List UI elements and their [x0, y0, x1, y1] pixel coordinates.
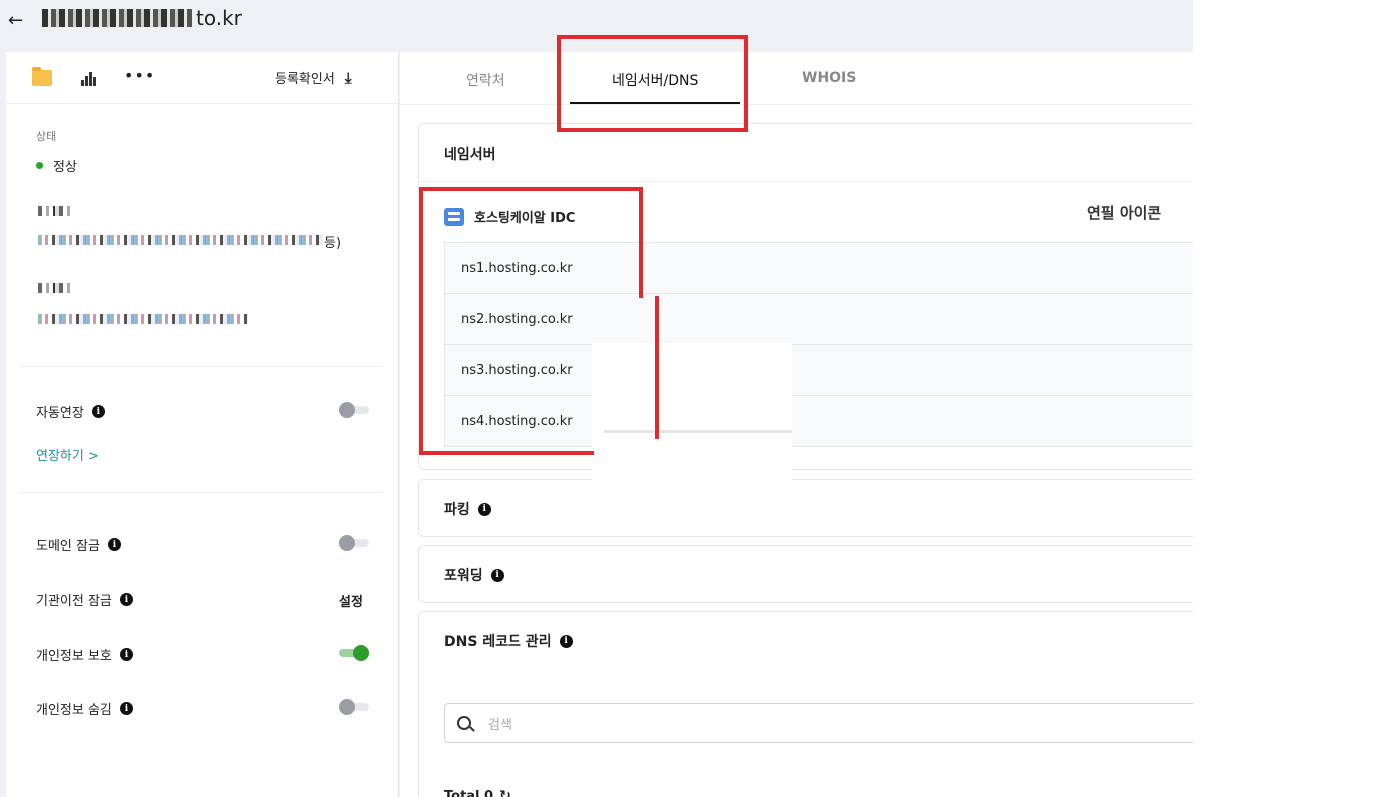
- toggle-knob: [339, 402, 355, 418]
- dns-records-title: DNS 레코드 관리 i: [444, 631, 573, 651]
- dns-records-card: DNS 레코드 관리 i 검색 Total 0 ↻: [418, 611, 1193, 797]
- renew-link[interactable]: 연장하기 >: [36, 445, 99, 464]
- highlight-box-tab: [557, 35, 748, 132]
- divider: [20, 492, 383, 493]
- search-placeholder: 검색: [488, 717, 512, 733]
- left-toolbar: ••• 등록확인서 ⤓: [6, 52, 398, 104]
- redacted-domain-name: [42, 9, 192, 27]
- status-value: 정상: [36, 156, 77, 175]
- privacy-hide-text: 개인정보 숨김: [36, 703, 112, 718]
- highlight-box-nameserver: [419, 436, 594, 455]
- redacted-text-suffix: 등): [324, 236, 342, 251]
- parking-card[interactable]: 파킹 i: [418, 479, 1193, 537]
- info-icon[interactable]: i: [490, 568, 504, 582]
- domain-info-panel: ••• 등록확인서 ⤓ 상태 정상 등) 자동연장 i 연장하기 > 도메인 잠…: [6, 52, 399, 797]
- search-icon: [457, 716, 471, 730]
- domain-lock-label: 도메인 잠금 i: [36, 535, 121, 554]
- redacted-text-2: [38, 314, 248, 324]
- total-count: Total 0 ↻: [444, 788, 511, 797]
- back-arrow-icon[interactable]: ←: [8, 10, 23, 31]
- divider: [419, 181, 1193, 182]
- nameserver-title: 네임서버: [444, 147, 496, 163]
- auto-renew-text: 자동연장: [36, 406, 84, 421]
- divider: [20, 366, 383, 367]
- privacy-protect-label: 개인정보 보호 i: [36, 645, 133, 664]
- info-icon[interactable]: i: [119, 648, 133, 661]
- privacy-protect-text: 개인정보 보호: [36, 649, 112, 664]
- toggle-knob: [353, 645, 369, 661]
- parking-title: 파킹 i: [444, 499, 491, 519]
- transfer-lock-label: 기관이전 잠금 i: [36, 590, 133, 609]
- domain-title: to.kr: [42, 6, 242, 30]
- total-label: Total: [444, 788, 480, 797]
- domain-lock-toggle[interactable]: [339, 535, 369, 551]
- forwarding-title: 포워딩 i: [444, 565, 504, 585]
- info-icon[interactable]: i: [119, 702, 133, 715]
- highlight-box-nameserver: [419, 187, 643, 298]
- dns-records-text: DNS 레코드 관리: [444, 634, 552, 650]
- folder-icon[interactable]: [32, 67, 52, 86]
- domain-suffix: to.kr: [196, 6, 242, 30]
- auto-renew-toggle[interactable]: [339, 402, 369, 418]
- info-icon[interactable]: i: [559, 634, 573, 648]
- info-icon[interactable]: i: [107, 538, 121, 551]
- download-icon: ⤓: [344, 68, 352, 87]
- status-dot-icon: [36, 162, 43, 169]
- status-label: 상태: [36, 130, 57, 143]
- redacted-label-2: [38, 283, 72, 293]
- domain-lock-text: 도메인 잠금: [36, 539, 100, 554]
- tab-bar: 연락처 네임서버/DNS WHOIS: [400, 52, 1193, 105]
- info-icon[interactable]: i: [477, 502, 491, 516]
- redacted-text-1: [38, 235, 323, 245]
- privacy-hide-toggle[interactable]: [339, 699, 369, 715]
- dns-search-input[interactable]: 검색: [444, 703, 1193, 743]
- tab-contacts[interactable]: 연락처: [466, 70, 505, 90]
- cert-label: 등록확인서: [275, 72, 335, 87]
- highlight-box-nameserver: [419, 296, 659, 439]
- transfer-lock-text: 기관이전 잠금: [36, 594, 112, 609]
- toggle-knob: [339, 699, 355, 715]
- redacted-label-1: [38, 206, 72, 216]
- auto-renew-label: 자동연장 i: [36, 402, 105, 421]
- privacy-protect-toggle[interactable]: [339, 645, 369, 661]
- transfer-lock-set-button[interactable]: 설정: [339, 591, 363, 610]
- more-icon[interactable]: •••: [124, 66, 155, 85]
- refresh-icon[interactable]: ↻: [499, 788, 511, 797]
- forwarding-card[interactable]: 포워딩 i: [418, 545, 1193, 603]
- privacy-hide-label: 개인정보 숨김 i: [36, 699, 133, 718]
- status-text: 정상: [53, 160, 77, 175]
- registration-certificate-button[interactable]: 등록확인서 ⤓: [275, 68, 352, 88]
- info-icon[interactable]: i: [119, 593, 133, 606]
- toggle-knob: [339, 535, 355, 551]
- info-icon[interactable]: i: [91, 405, 105, 418]
- tab-whois[interactable]: WHOIS: [802, 70, 856, 86]
- forwarding-text: 포워딩: [444, 568, 483, 584]
- bar-chart-icon[interactable]: [81, 70, 97, 86]
- parking-text: 파킹: [444, 502, 470, 518]
- total-value: 0: [484, 788, 494, 797]
- pencil-icon-annotation: 연필 아이콘: [1087, 204, 1162, 222]
- app-window: ← to.kr ••• 등록확인서 ⤓ 상태 정상 등) 자동연장 i 연장하기…: [0, 0, 1193, 797]
